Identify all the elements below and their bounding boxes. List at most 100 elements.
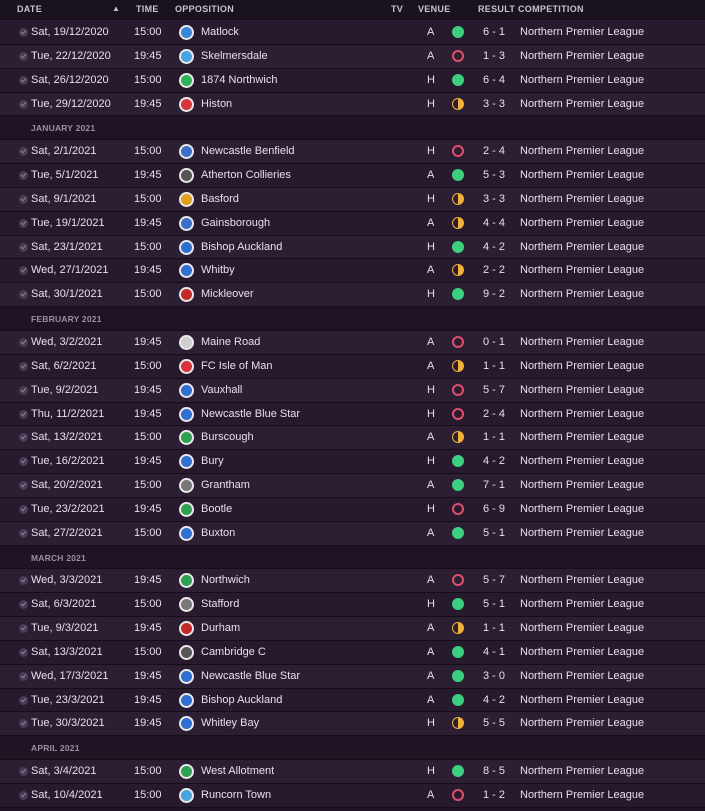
opposition-name[interactable]: Stafford xyxy=(201,598,239,610)
fixture-row[interactable]: Tue, 23/2/2021 19:45 Bootle H 6 - 9 Northern … xyxy=(0,497,705,522)
fixture-row[interactable]: Sat, 2/1/2021 15:00 Newcastle Benfield H 2 -… xyxy=(0,140,705,165)
fixture-row[interactable]: Tue, 16/2/2021 19:45 Bury H 4 - 2 Northern Pr… xyxy=(0,450,705,475)
opposition-name[interactable]: Vauxhall xyxy=(201,384,242,396)
opposition-name[interactable]: Burscough xyxy=(201,431,254,443)
venue-value: H xyxy=(427,288,435,301)
fixture-row[interactable]: Wed, 17/3/2021 19:45 Newcastle Blue Star A 3… xyxy=(0,664,705,689)
fixture-row[interactable]: Tue, 9/3/2021 19:45 Durham A 1 - 1 Northern P… xyxy=(0,617,705,641)
fixture-time: 19:45 xyxy=(134,669,162,682)
month-label: JANUARY 2021 xyxy=(31,123,96,134)
result-indicator-icon xyxy=(452,645,464,658)
fixture-time: 15:00 xyxy=(134,359,162,372)
fixture-row[interactable]: Tue, 5/1/2021 19:45 Atherton Collieries A 5 … xyxy=(0,164,705,188)
fixture-row[interactable]: Sat, 10/4/2021 15:00 Runcorn Town A 1 - 2 Nor… xyxy=(0,784,705,808)
header-time[interactable]: TIME xyxy=(136,4,159,14)
competition-name: Northern Premier League xyxy=(520,240,645,253)
fixture-row[interactable]: Sat, 9/1/2021 15:00 Basford H 3 - 3 Northern … xyxy=(0,187,705,212)
opposition-name[interactable]: FC Isle of Man xyxy=(201,360,273,372)
fixture-row[interactable]: Tue, 22/12/2020 19:45 Skelmersdale A 1 - 3 No… xyxy=(0,44,705,69)
sort-ascending-icon[interactable]: ▲ xyxy=(112,4,120,13)
fixture-row[interactable]: Tue, 29/12/2020 19:45 Histon H 3 - 3 Northern… xyxy=(0,92,705,117)
opposition-name[interactable]: Atherton Collieries xyxy=(201,169,291,181)
fixture-time: 19:45 xyxy=(134,622,162,635)
opposition-name[interactable]: 1874 Northwich xyxy=(201,74,277,86)
fixture-row[interactable]: Wed, 27/1/2021 19:45 Whitby A 2 - 2 Northern … xyxy=(0,259,705,284)
competition-name: Northern Premier League xyxy=(520,669,645,682)
header-result[interactable]: RESULT xyxy=(478,4,515,14)
opposition-name[interactable]: Newcastle Benfield xyxy=(201,145,295,157)
opposition-name[interactable]: Matlock xyxy=(201,26,239,38)
opposition-name[interactable]: Histon xyxy=(201,98,232,110)
result-indicator-icon xyxy=(452,598,464,611)
fixture-row[interactable]: Sat, 3/4/2021 15:00 West Allotment H 8 - 5 No… xyxy=(0,760,705,784)
club-crest-icon xyxy=(179,287,194,303)
result-indicator-icon xyxy=(452,49,464,62)
venue-value: A xyxy=(427,526,435,539)
fixture-row[interactable]: Sat, 20/2/2021 15:00 Grantham A 7 - 1 Norther… xyxy=(0,474,705,498)
opposition-name[interactable]: Durham xyxy=(201,622,240,634)
opposition-name[interactable]: Basford xyxy=(201,193,239,205)
fixture-row[interactable]: Tue, 30/3/2021 19:45 Whitley Bay H 5 - 5 Nort… xyxy=(0,712,705,737)
competition-name: Northern Premier League xyxy=(520,26,645,38)
venue-value: A xyxy=(427,335,435,348)
fixture-row[interactable]: Sat, 19/12/2020 15:00 Matlock A 6 - 1 Norther… xyxy=(0,21,705,45)
venue-value: A xyxy=(427,789,435,801)
fixture-row[interactable]: Sat, 13/3/2021 15:00 Cambridge C A 4 - 1 Nort… xyxy=(0,640,705,665)
opposition-name[interactable]: Bishop Auckland xyxy=(201,241,282,253)
fixture-row[interactable]: Sat, 13/2/2021 15:00 Burscough A 1 - 1 Northe… xyxy=(0,426,705,451)
result-indicator-icon xyxy=(452,26,464,38)
header-date[interactable]: DATE xyxy=(17,4,42,14)
result-indicator-icon xyxy=(452,216,464,229)
fixture-row[interactable]: Sat, 30/1/2021 15:00 Mickleover H 9 - 2 North… xyxy=(0,283,705,308)
fixture-row[interactable]: Sat, 6/2/2021 15:00 FC Isle of Man A 1 - 1 No… xyxy=(0,354,705,379)
opposition-name[interactable]: Mickleover xyxy=(201,288,254,300)
header-competition[interactable]: COMPETITION xyxy=(518,4,584,14)
club-crest-icon xyxy=(179,358,194,374)
header-venue[interactable]: VENUE xyxy=(418,4,451,14)
fixture-row[interactable]: Sat, 27/2/2021 15:00 Buxton A 5 - 1 Northern … xyxy=(0,521,705,546)
fixture-row[interactable]: Sat, 23/1/2021 15:00 Bishop Auckland H 4 - 2… xyxy=(0,235,705,260)
opposition-name[interactable]: Bury xyxy=(201,455,224,467)
opposition-name[interactable]: Newcastle Blue Star xyxy=(201,670,300,682)
opposition-name[interactable]: Runcorn Town xyxy=(201,789,271,801)
played-check-icon xyxy=(19,75,28,85)
fixture-row[interactable]: Thu, 11/2/2021 19:45 Newcastle Blue Star H 2… xyxy=(0,402,705,427)
fixture-date: Wed, 3/3/2021 xyxy=(31,574,103,587)
fixture-time: 19:45 xyxy=(134,264,162,277)
opposition-name[interactable]: Maine Road xyxy=(201,336,260,348)
club-crest-icon xyxy=(179,430,194,446)
opposition-name[interactable]: Gainsborough xyxy=(201,217,270,229)
opposition-name[interactable]: Newcastle Blue Star xyxy=(201,408,300,420)
opposition-name[interactable]: Bishop Auckland xyxy=(201,694,282,706)
fixture-row[interactable]: Tue, 23/3/2021 19:45 Bishop Auckland A 4 - 2… xyxy=(0,688,705,713)
venue-value: A xyxy=(427,622,435,635)
club-crest-icon xyxy=(179,263,194,279)
fixture-date: Tue, 9/2/2021 xyxy=(31,383,99,396)
opposition-name[interactable]: Buxton xyxy=(201,527,235,539)
opposition-name[interactable]: Cambridge C xyxy=(201,646,266,658)
fixture-date: Sat, 13/2/2021 xyxy=(31,431,103,444)
header-tv[interactable]: TV xyxy=(391,4,403,14)
fixture-row[interactable]: Sat, 6/3/2021 15:00 Stafford H 5 - 1 Northern… xyxy=(0,593,705,618)
opposition-name[interactable]: Northwich xyxy=(201,574,250,586)
opposition-name[interactable]: Grantham xyxy=(201,479,250,491)
header-opposition[interactable]: OPPOSITION xyxy=(175,4,234,14)
opposition-name[interactable]: Whitby xyxy=(201,264,235,276)
fixture-row[interactable]: Wed, 3/2/2021 19:45 Maine Road A 0 - 1 Northe… xyxy=(0,330,705,355)
result-score: 1 - 2 xyxy=(483,789,506,801)
fixtures-list: Sat, 19/12/2020 15:00 Matlock A 6 - 1 Norther… xyxy=(0,21,705,808)
opposition-name[interactable]: Skelmersdale xyxy=(201,50,268,62)
fixture-row[interactable]: Sat, 26/12/2020 15:00 1874 Northwich H 6 - 4… xyxy=(0,68,705,93)
result-score: 1 - 1 xyxy=(483,622,506,635)
month-label: APRIL 2021 xyxy=(31,743,80,754)
fixture-row[interactable]: Tue, 19/1/2021 19:45 Gainsborough A 4 - 4 Nor… xyxy=(0,211,705,236)
result-score: 6 - 9 xyxy=(483,502,506,515)
fixture-row[interactable]: Tue, 9/2/2021 19:45 Vauxhall H 5 - 7 Northern… xyxy=(0,378,705,403)
fixture-row[interactable]: Wed, 3/3/2021 19:45 Northwich A 5 - 7 Norther… xyxy=(0,569,705,594)
opposition-name[interactable]: Whitley Bay xyxy=(201,717,259,729)
opposition-name[interactable]: Bootle xyxy=(201,503,232,515)
played-check-icon xyxy=(19,647,28,657)
club-crest-icon xyxy=(179,621,194,637)
opposition-name[interactable]: West Allotment xyxy=(201,765,274,777)
fixture-time: 15:00 xyxy=(134,479,162,492)
